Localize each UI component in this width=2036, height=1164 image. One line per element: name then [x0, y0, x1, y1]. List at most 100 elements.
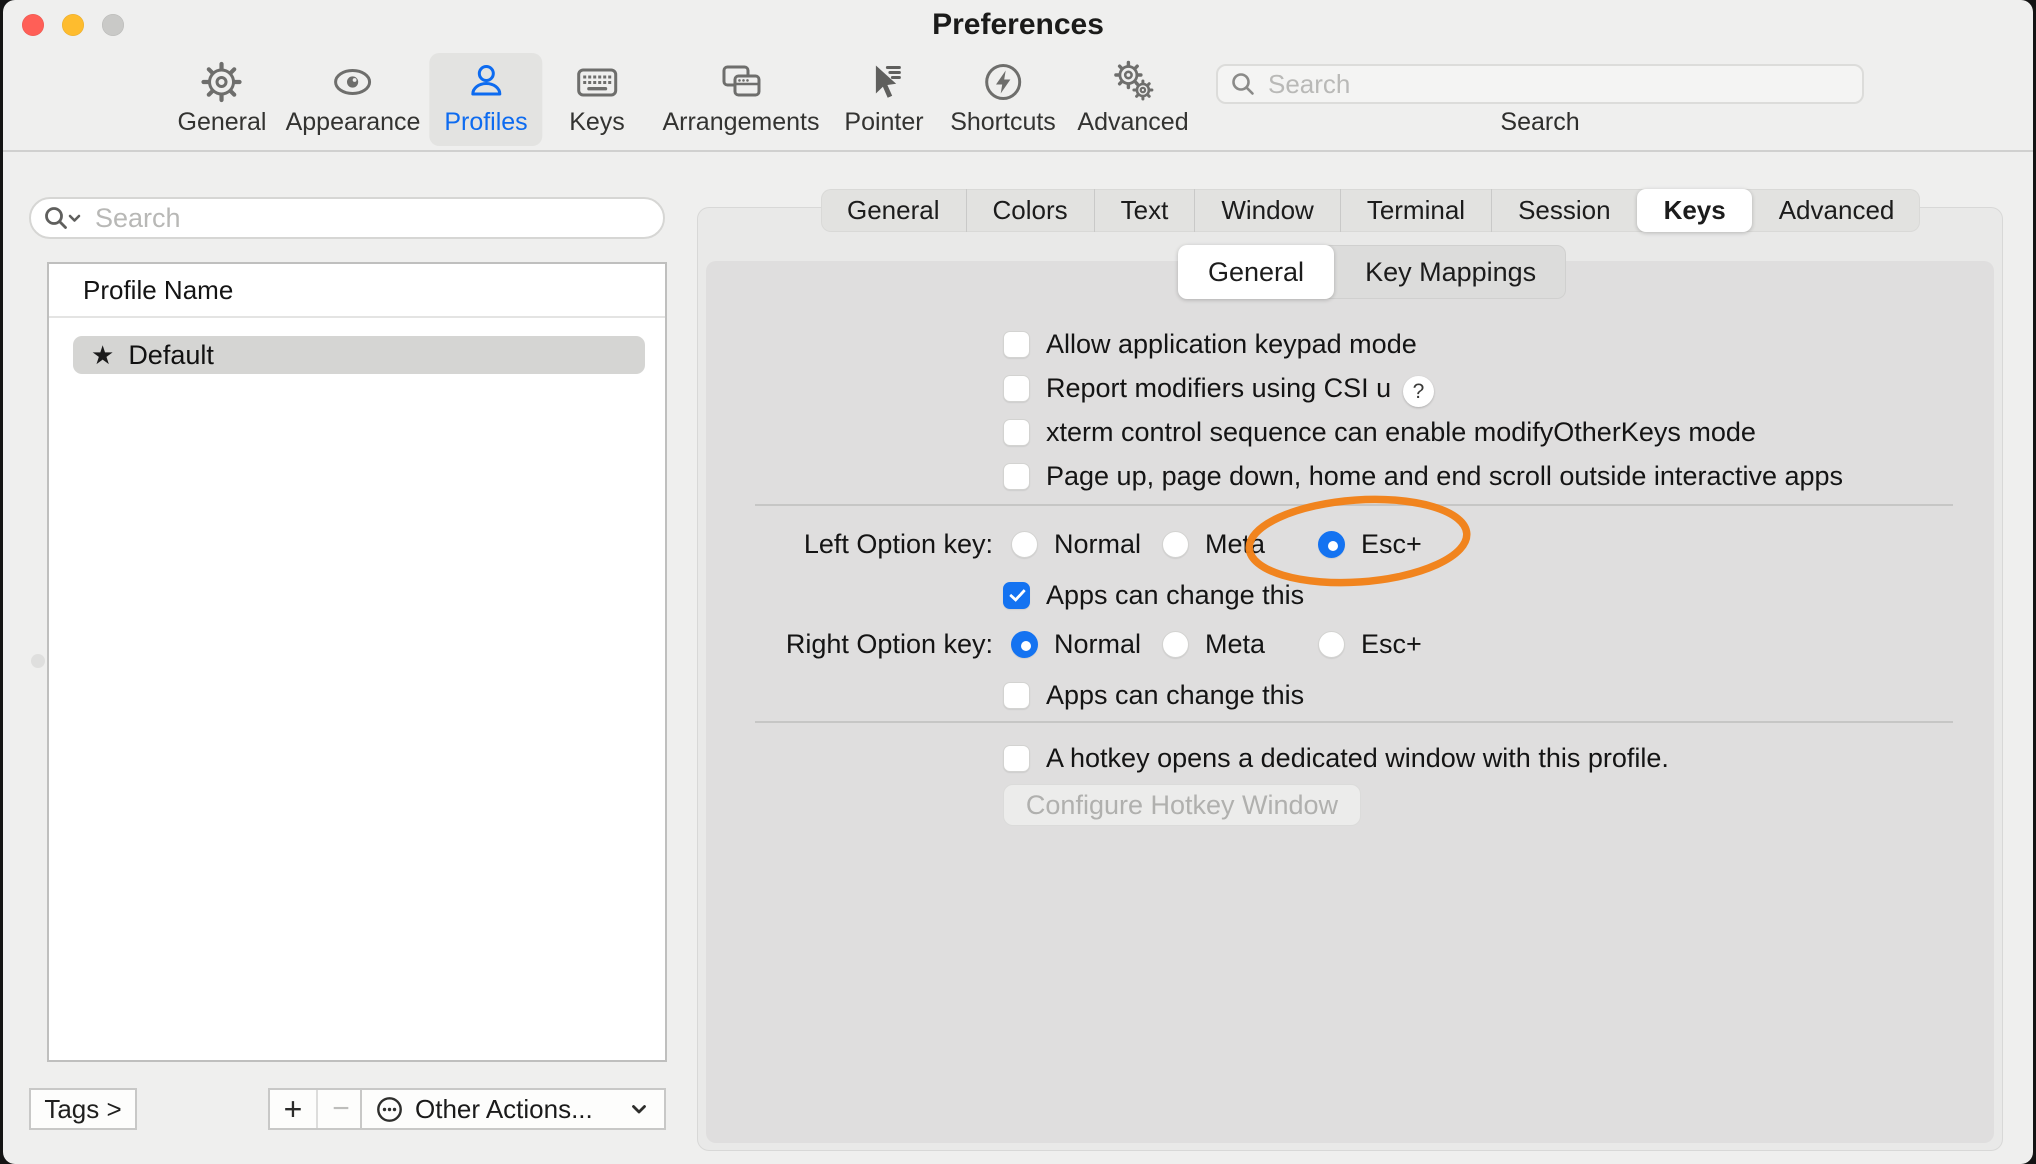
radio-row: Meta	[1162, 629, 1265, 660]
toolbar-search-caption: Search	[1500, 108, 1579, 137]
checkbox-row: Apps can change this	[1003, 580, 1304, 611]
profile-name: Default	[128, 340, 214, 371]
toolbar-item-label: General	[178, 108, 267, 137]
keyboard-icon	[575, 60, 619, 104]
radio-row: Esc+	[1318, 529, 1422, 560]
checkbox-label: Apps can change this	[1046, 580, 1304, 611]
checkbox-right-apps-can-change[interactable]	[1003, 682, 1030, 709]
tab-terminal[interactable]: Terminal	[1340, 189, 1491, 232]
tab-keys[interactable]: Keys	[1637, 189, 1752, 232]
window-title: Preferences	[3, 8, 2033, 42]
checkbox-row: Page up, page down, home and end scroll …	[1003, 461, 1843, 492]
checkbox-label: Page up, page down, home and end scroll …	[1046, 461, 1843, 492]
help-button[interactable]: ?	[1403, 376, 1434, 407]
toolbar-item-label: Profiles	[444, 108, 527, 137]
radio-label: Meta	[1205, 529, 1265, 560]
toolbar-item-label: Pointer	[844, 108, 923, 137]
subtab-key-mappings[interactable]: Key Mappings	[1334, 245, 1566, 299]
checkbox-label: Allow application keypad mode	[1046, 329, 1417, 360]
radio-left-option-normal[interactable]	[1011, 531, 1038, 558]
toolbar-search-field[interactable]	[1216, 64, 1864, 104]
subtab-general[interactable]: General	[1178, 245, 1334, 299]
radio-right-option-normal[interactable]	[1011, 631, 1038, 658]
tab-colors[interactable]: Colors	[966, 189, 1094, 232]
profile-list: Profile Name ★ Default	[47, 262, 667, 1062]
checkbox-left-apps-can-change[interactable]	[1003, 582, 1030, 609]
search-icon	[1230, 71, 1256, 97]
cursor-icon	[862, 60, 906, 104]
checkbox-hotkey-window[interactable]	[1003, 745, 1030, 772]
radio-label: Esc+	[1361, 529, 1422, 560]
add-profile-button[interactable]: +	[270, 1090, 316, 1128]
checkbox-label: A hotkey opens a dedicated window with t…	[1046, 743, 1669, 774]
lightning-icon	[981, 60, 1025, 104]
keys-sub-tabs: General Key Mappings	[1178, 245, 1566, 299]
radio-row: Meta	[1162, 529, 1265, 560]
toolbar-item-advanced[interactable]: Advanced	[1062, 53, 1203, 146]
search-menu-icon	[43, 205, 85, 231]
radio-right-option-meta[interactable]	[1162, 631, 1189, 658]
star-icon: ★	[91, 342, 114, 368]
eye-icon	[331, 60, 375, 104]
gears-icon	[1111, 60, 1155, 104]
radio-row: Esc+	[1318, 629, 1422, 660]
section-divider	[755, 504, 1953, 506]
right-option-key-label: Right Option key:	[663, 629, 993, 660]
radio-label: Esc+	[1361, 629, 1422, 660]
checkbox-row: Allow application keypad mode	[1003, 329, 1417, 360]
toolbar-item-profiles[interactable]: Profiles	[429, 53, 542, 146]
profile-search-input[interactable]	[93, 202, 651, 235]
tags-button[interactable]: Tags >	[29, 1088, 137, 1130]
tab-advanced[interactable]: Advanced	[1752, 189, 1921, 232]
radio-left-option-esc[interactable]	[1318, 531, 1345, 558]
toolbar-item-shortcuts[interactable]: Shortcuts	[935, 53, 1071, 146]
radio-label: Normal	[1054, 629, 1141, 660]
windows-icon	[719, 60, 763, 104]
other-actions-dropdown[interactable]: Other Actions...	[360, 1088, 666, 1130]
toolbar-item-label: Advanced	[1077, 108, 1188, 137]
radio-label: Meta	[1205, 629, 1265, 660]
radio-left-option-meta[interactable]	[1162, 531, 1189, 558]
configure-hotkey-window-button[interactable]: Configure Hotkey Window	[1003, 784, 1361, 826]
toolbar-item-label: Arrangements	[662, 108, 819, 137]
profile-search-field[interactable]	[29, 197, 665, 239]
profile-section-tabs: General Colors Text Window Terminal Sess…	[821, 189, 1920, 232]
toolbar-item-label: Appearance	[286, 108, 421, 137]
radio-row: Normal	[1011, 529, 1141, 560]
toolbar-item-arrangements[interactable]: Arrangements	[647, 53, 834, 146]
section-divider	[755, 721, 1953, 723]
toolbar-divider	[3, 150, 2033, 152]
checkbox-row: A hotkey opens a dedicated window with t…	[1003, 743, 1669, 774]
ellipsis-circle-icon	[376, 1096, 403, 1123]
tab-general[interactable]: General	[821, 189, 966, 232]
profile-list-header: Profile Name	[49, 264, 665, 318]
checkbox-page-scroll[interactable]	[1003, 463, 1030, 490]
checkbox-row: xterm control sequence can enable modify…	[1003, 417, 1756, 448]
toolbar-item-label: Shortcuts	[950, 108, 1056, 137]
checkbox-label: Apps can change this	[1046, 680, 1304, 711]
chevron-down-icon	[628, 1098, 650, 1120]
checkbox-csi-u[interactable]	[1003, 375, 1030, 402]
other-actions-label: Other Actions...	[415, 1094, 616, 1125]
toolbar-item-pointer[interactable]: Pointer	[829, 53, 938, 146]
checkbox-keypad-mode[interactable]	[1003, 331, 1030, 358]
toolbar-item-general[interactable]: General	[163, 53, 282, 146]
checkbox-label: Report modifiers using CSI u	[1046, 373, 1391, 404]
toolbar-item-appearance[interactable]: Appearance	[271, 53, 436, 146]
profile-row-default[interactable]: ★ Default	[73, 336, 645, 374]
toolbar-search-input[interactable]	[1266, 68, 1850, 101]
checkbox-label: xterm control sequence can enable modify…	[1046, 417, 1756, 448]
tab-text[interactable]: Text	[1094, 189, 1195, 232]
remove-profile-button[interactable]: −	[316, 1090, 364, 1128]
tab-window[interactable]: Window	[1194, 189, 1339, 232]
gear-icon	[200, 60, 244, 104]
radio-row: Normal	[1011, 629, 1141, 660]
checkbox-modify-other-keys[interactable]	[1003, 419, 1030, 446]
radio-right-option-esc[interactable]	[1318, 631, 1345, 658]
tab-session[interactable]: Session	[1491, 189, 1637, 232]
toolbar-item-keys[interactable]: Keys	[554, 53, 640, 146]
preferences-window: Preferences General Appearance	[3, 0, 2033, 1164]
radio-label: Normal	[1054, 529, 1141, 560]
checkbox-row: Apps can change this	[1003, 680, 1304, 711]
toolbar-item-label: Keys	[569, 108, 625, 137]
